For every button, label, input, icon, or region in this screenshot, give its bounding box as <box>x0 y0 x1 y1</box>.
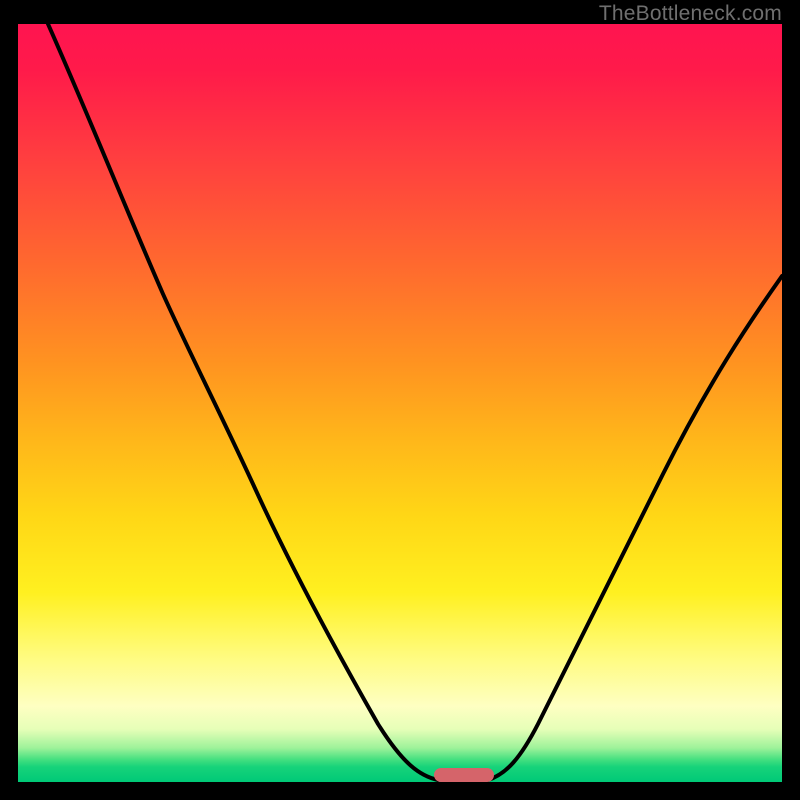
chart-frame: TheBottleneck.com <box>0 0 800 800</box>
optimal-marker-pill <box>434 768 494 782</box>
watermark-text: TheBottleneck.com <box>599 2 782 26</box>
plot-area <box>18 24 782 782</box>
bottleneck-curve <box>18 24 782 782</box>
